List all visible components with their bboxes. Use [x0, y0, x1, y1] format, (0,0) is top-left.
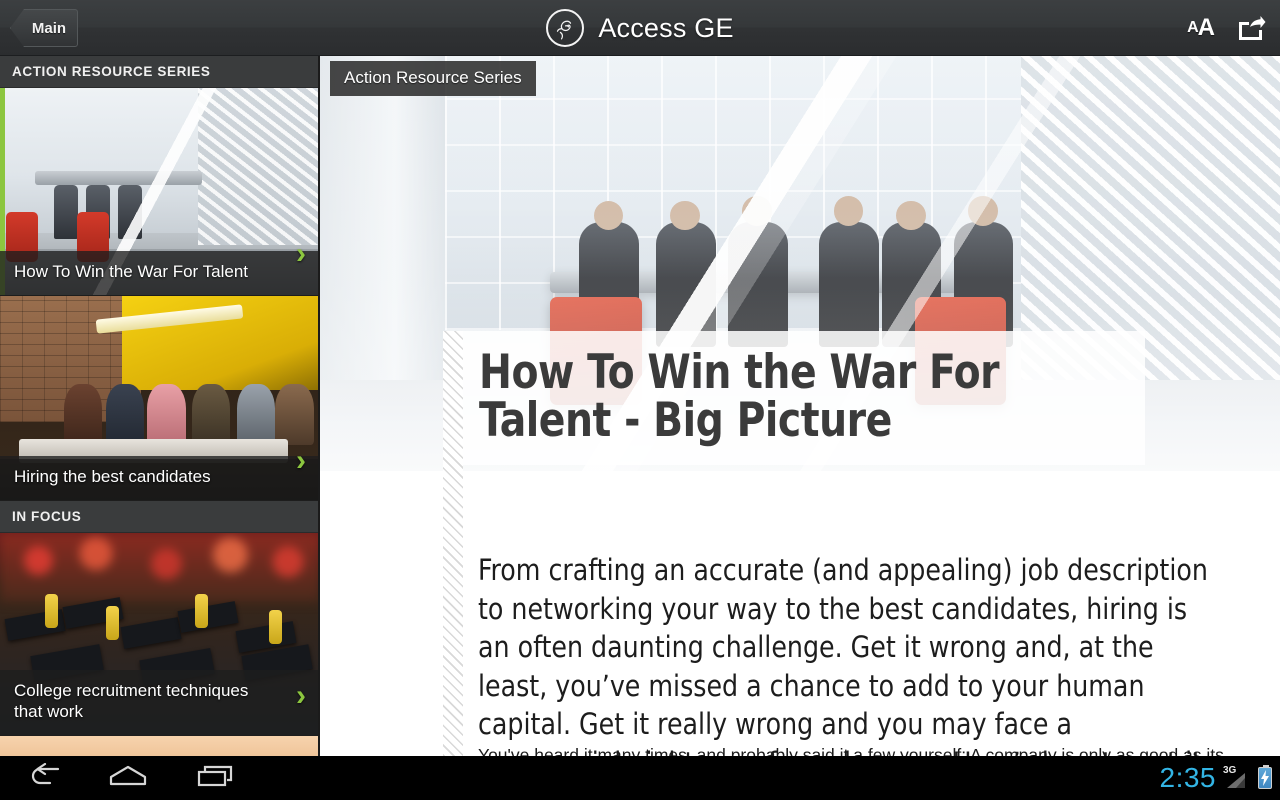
article-body-paragraph: You've heard it many times, and probably…: [478, 745, 1224, 756]
app-title: Access GE: [598, 12, 734, 43]
sidebar-item-college-recruitment-techniques-that-work[interactable]: College recruitment techniques that work…: [0, 533, 318, 736]
text-size-large-glyph: A: [1197, 14, 1215, 41]
back-to-main-label: Main: [31, 19, 67, 37]
sidebar-item-partial[interactable]: [0, 736, 318, 756]
back-arrow-icon[interactable]: [22, 762, 62, 794]
chevron-right-icon: ›: [296, 237, 306, 270]
back-to-main-button[interactable]: Main: [10, 9, 78, 47]
article-headline-panel: How To Win the War For Talent - Big Pict…: [443, 331, 1145, 465]
app-root: Main Access GE AA ACTION RESOURCE SERIES…: [0, 0, 1280, 800]
sidebar-list[interactable]: ACTION RESOURCE SERIES How To Win the Wa…: [0, 56, 320, 756]
sidebar-item-label: How To Win the War For Talent: [0, 251, 318, 295]
article-headline: How To Win the War For Talent - Big Pict…: [479, 345, 1000, 448]
article-lead-paragraph: From crafting an accurate (and appealing…: [478, 553, 1208, 756]
article-body-panel: From crafting an accurate (and appealing…: [320, 471, 1280, 756]
thumbnail-partial-image: [0, 736, 318, 756]
chevron-right-icon: ›: [296, 444, 306, 477]
battery-charging-icon: [1258, 765, 1272, 789]
text-size-small-glyph: A: [1187, 19, 1199, 36]
app-brand: Access GE: [0, 0, 1280, 56]
sidebar-item-label: College recruitment techniques that work: [0, 669, 318, 735]
top-bar-actions: AA: [1187, 0, 1266, 56]
series-badge[interactable]: Action Resource Series: [330, 61, 536, 96]
sidebar-item-how-to-win-the-war-for-talent[interactable]: How To Win the War For Talent ›: [0, 88, 318, 296]
sidebar-item-label: Hiring the best candidates: [0, 456, 318, 500]
text-size-icon[interactable]: AA: [1187, 14, 1215, 41]
decorative-hatch-stripe: [443, 331, 463, 756]
status-bar: 2:35 3G: [1159, 756, 1272, 800]
sidebar-section-header-in-focus: IN FOCUS: [0, 501, 318, 533]
recent-apps-icon[interactable]: [194, 763, 238, 794]
sidebar-item-hiring-the-best-candidates[interactable]: Hiring the best candidates ›: [0, 296, 318, 501]
home-icon[interactable]: [106, 763, 150, 794]
signal-bars-icon: 3G: [1223, 765, 1249, 788]
top-app-bar: Main Access GE AA: [0, 0, 1280, 56]
chevron-right-icon: ›: [296, 679, 306, 712]
sidebar-section-header-action-resource-series: ACTION RESOURCE SERIES: [0, 56, 318, 88]
status-clock: 2:35: [1159, 762, 1216, 793]
android-nav-buttons: [0, 756, 260, 800]
ge-monogram-logo: [546, 9, 585, 47]
android-navigation-bar: 2:35 3G: [0, 756, 1280, 800]
article-content-pane[interactable]: Action Resource Series From crafting an …: [320, 56, 1280, 756]
share-icon[interactable]: [1236, 15, 1266, 41]
